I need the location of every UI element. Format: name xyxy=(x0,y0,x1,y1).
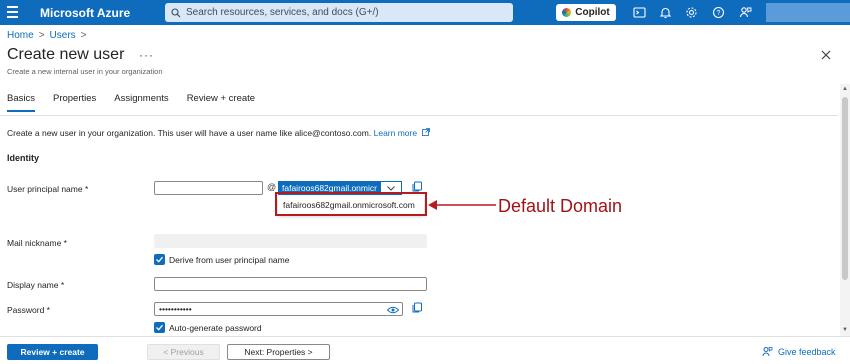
intro-text: Create a new user in your organization. … xyxy=(7,128,431,138)
password-input[interactable]: ••••••••••• xyxy=(154,302,403,316)
bell-icon[interactable] xyxy=(658,5,673,20)
feedback-label: Give feedback xyxy=(778,346,836,357)
global-search-input[interactable]: Search resources, services, and docs (G+… xyxy=(165,3,513,22)
autogen-label: Auto-generate password xyxy=(169,322,262,333)
tab-bar: Basics Properties Assignments Review + c… xyxy=(7,93,273,112)
search-icon xyxy=(171,7,181,17)
eye-icon[interactable] xyxy=(387,306,399,314)
tab-properties[interactable]: Properties xyxy=(53,93,96,112)
tab-assignments[interactable]: Assignments xyxy=(114,93,168,112)
derive-checkbox-row[interactable]: Derive from user principal name xyxy=(154,254,289,265)
at-sign: @ xyxy=(267,182,277,192)
autogen-checkbox[interactable] xyxy=(154,322,165,333)
annotation-highlight-box xyxy=(275,192,427,216)
upn-input[interactable] xyxy=(154,181,263,195)
account-button[interactable] xyxy=(766,3,850,22)
checkmark-icon xyxy=(156,324,163,331)
mail-nickname-input[interactable] xyxy=(154,234,427,248)
feedback-icon xyxy=(762,347,773,357)
upn-label: User principal name * xyxy=(7,184,89,194)
previous-button[interactable]: < Previous xyxy=(147,344,220,360)
copy-icon[interactable] xyxy=(411,302,423,314)
copilot-icon xyxy=(562,8,572,17)
cloud-shell-icon[interactable] xyxy=(632,5,647,20)
scroll-down-icon[interactable]: ▼ xyxy=(842,327,848,333)
close-icon[interactable] xyxy=(820,49,832,61)
footer-divider xyxy=(0,336,850,337)
annotation-label: Default Domain xyxy=(498,196,623,216)
scroll-up-icon[interactable]: ▲ xyxy=(842,86,848,92)
next-properties-button[interactable]: Next: Properties > xyxy=(227,344,330,360)
mail-nickname-label: Mail nickname * xyxy=(7,238,67,248)
scrollbar-thumb[interactable] xyxy=(842,97,848,280)
external-link-icon xyxy=(422,128,431,136)
display-name-input[interactable] xyxy=(154,277,427,291)
breadcrumb: Home > Users > xyxy=(7,30,92,41)
breadcrumb-home[interactable]: Home xyxy=(7,30,34,41)
brand-title[interactable]: Microsoft Azure xyxy=(40,6,130,20)
chevron-right-icon: > xyxy=(80,30,87,41)
menu-icon[interactable] xyxy=(7,6,18,18)
chevron-right-icon: > xyxy=(38,30,45,41)
search-placeholder: Search resources, services, and docs (G+… xyxy=(186,7,379,18)
top-bar: Microsoft Azure Search resources, servic… xyxy=(0,0,850,25)
display-name-label: Display name * xyxy=(7,280,65,290)
help-icon[interactable]: ? xyxy=(711,5,726,20)
copilot-label: Copilot xyxy=(575,7,610,18)
copilot-button[interactable]: Copilot xyxy=(556,4,616,21)
breadcrumb-users[interactable]: Users xyxy=(50,30,76,41)
gear-icon[interactable] xyxy=(684,5,699,20)
review-create-button[interactable]: Review + create xyxy=(7,344,98,360)
page-subtitle: Create a new internal user in your organ… xyxy=(7,67,163,76)
give-feedback-link[interactable]: Give feedback xyxy=(762,346,836,357)
intro-description: Create a new user in your organization. … xyxy=(7,128,372,138)
password-label: Password * xyxy=(7,305,50,315)
divider xyxy=(0,115,838,116)
autogen-checkbox-row[interactable]: Auto-generate password xyxy=(154,322,262,333)
section-identity: Identity xyxy=(7,153,40,163)
derive-checkbox[interactable] xyxy=(154,254,165,265)
derive-label: Derive from user principal name xyxy=(169,254,290,265)
tab-basics[interactable]: Basics xyxy=(7,93,35,112)
checkmark-icon xyxy=(156,256,163,263)
chevron-down-icon xyxy=(381,185,401,191)
more-options-button[interactable]: ··· xyxy=(139,48,154,62)
svg-text:?: ? xyxy=(717,10,721,17)
arrow-left-icon xyxy=(428,200,496,210)
feedback-person-icon[interactable] xyxy=(738,5,753,20)
learn-more-link[interactable]: Learn more xyxy=(374,128,431,138)
page-title: Create new user xyxy=(7,46,125,63)
tab-review-create[interactable]: Review + create xyxy=(187,93,255,112)
